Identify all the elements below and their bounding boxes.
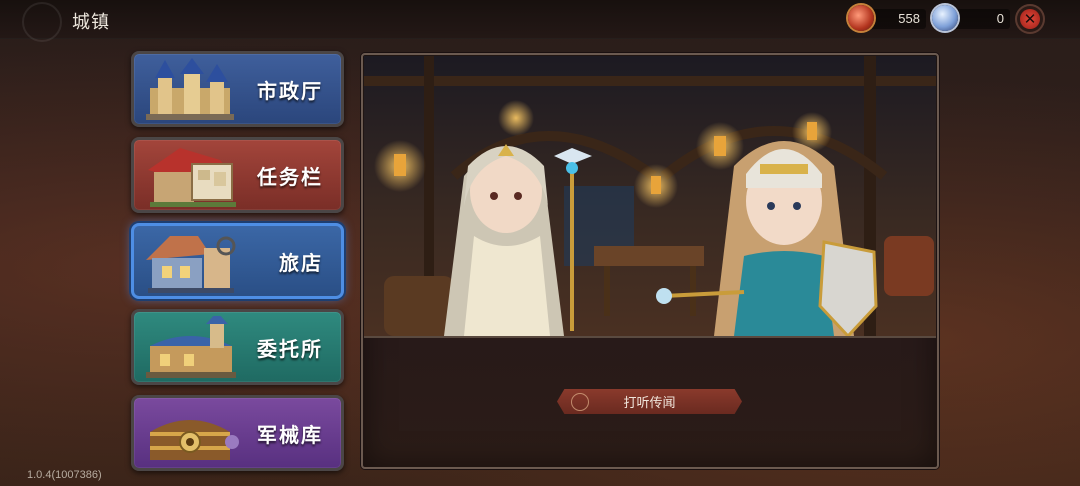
coin-icon bbox=[932, 5, 958, 31]
town-emblem-icon bbox=[22, 2, 62, 42]
close-icon: ✕ bbox=[1020, 9, 1040, 29]
menu-item-commission-office[interactable]: 委托所 bbox=[131, 309, 344, 385]
menu-item-label: 委托所 bbox=[257, 338, 323, 361]
gem-icon bbox=[848, 5, 874, 31]
ask-rumors-label: 打听传闻 bbox=[623, 395, 676, 410]
rumor-icon bbox=[571, 393, 589, 411]
inn-panel: 打听传闻 bbox=[361, 53, 939, 469]
armory-chest-icon bbox=[150, 420, 239, 460]
commission-office-icon bbox=[146, 316, 236, 378]
menu-item-label: 市政厅 bbox=[257, 80, 323, 103]
menu-item-label: 旅店 bbox=[279, 252, 323, 275]
menu-item-inn[interactable]: 旅店 bbox=[131, 223, 344, 299]
close-button[interactable]: ✕ bbox=[1015, 4, 1045, 34]
coin-counter[interactable]: 0 bbox=[932, 5, 1010, 31]
quest-board-icon bbox=[148, 148, 236, 207]
town-screen: 城镇 558 0 ✕ 市政厅 任务栏 旅店 委托所 军械库 打听传闻 1.0.4… bbox=[0, 0, 1080, 486]
tavern-scene-illustration bbox=[364, 56, 936, 338]
menu-item-armory[interactable]: 军械库 bbox=[131, 395, 344, 471]
town-hall-icon bbox=[146, 58, 234, 120]
menu-item-label: 任务栏 bbox=[257, 166, 323, 189]
gem-counter[interactable]: 558 bbox=[848, 5, 926, 31]
version-label: 1.0.4(1007386) bbox=[27, 469, 102, 481]
ask-rumors-button[interactable]: 打听传闻 bbox=[557, 389, 742, 414]
page-title: 城镇 bbox=[72, 12, 110, 32]
menu-item-label: 军械库 bbox=[257, 424, 323, 447]
menu-item-quest-board[interactable]: 任务栏 bbox=[131, 137, 344, 213]
inn-icon bbox=[146, 236, 236, 293]
top-bar: 城镇 558 0 ✕ bbox=[0, 0, 1080, 42]
menu-item-town-hall[interactable]: 市政厅 bbox=[131, 51, 344, 127]
